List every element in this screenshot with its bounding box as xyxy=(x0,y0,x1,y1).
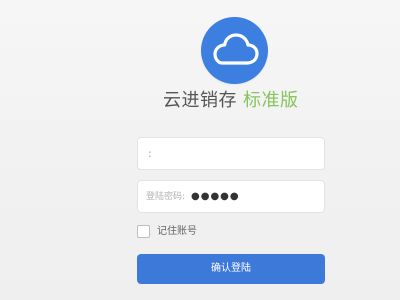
app-title: 云进销存 标准版 xyxy=(163,90,303,112)
password-label: 登陆密码: xyxy=(146,192,186,202)
app-logo xyxy=(201,17,268,84)
username-field[interactable]: : xyxy=(137,137,325,170)
app-title-main: 云进销存 xyxy=(163,90,237,111)
remember-account-label: 记住账号 xyxy=(157,226,197,237)
remember-account-checkbox[interactable] xyxy=(137,225,150,238)
password-value: ●●●●● xyxy=(191,191,240,202)
confirm-login-button[interactable]: 确认登陆 xyxy=(137,254,325,284)
username-value: : xyxy=(148,147,152,160)
cloud-icon xyxy=(213,33,259,65)
login-page: 云进销存 标准版 : 登陆密码: ●●●●● 记住账号 确认登陆 xyxy=(0,0,400,300)
password-field[interactable]: 登陆密码: ●●●●● xyxy=(137,180,325,213)
app-title-edition: 标准版 xyxy=(243,90,299,111)
